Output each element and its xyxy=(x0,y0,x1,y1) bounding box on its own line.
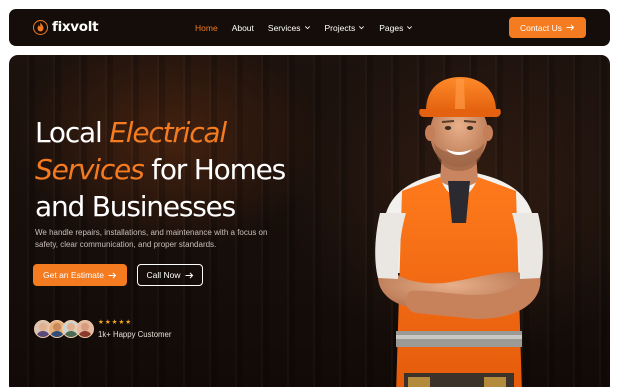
headline-accent: Electrical xyxy=(109,116,227,149)
avatar xyxy=(76,320,94,338)
hero-headline: Local Electrical Services for Homes and … xyxy=(35,114,335,225)
call-now-label: Call Now xyxy=(146,270,181,280)
nav-item-services[interactable]: Services xyxy=(268,23,311,33)
hero-section: Local Electrical Services for Homes and … xyxy=(9,55,610,387)
hero-description: We handle repairs, installations, and ma… xyxy=(35,228,268,249)
contact-us-button[interactable]: Contact Us xyxy=(509,17,586,38)
nav-item-label: Pages xyxy=(379,22,404,33)
nav-item-home[interactable]: Home xyxy=(195,23,218,33)
top-navbar: fixvolt Home About Services Projects Pag… xyxy=(9,9,610,46)
electrician-worker-image xyxy=(375,77,543,387)
get-estimate-label: Get an Estimate xyxy=(43,270,104,280)
contact-us-label: Contact Us xyxy=(519,22,563,33)
nav-item-pages[interactable]: Pages xyxy=(379,23,413,33)
nav-links: Home About Services Projects Pages xyxy=(195,9,413,46)
chevron-down-icon xyxy=(304,26,310,30)
headline-word: for Homes xyxy=(151,153,286,186)
happy-customer-label: 1k+ Happy Customer xyxy=(98,330,172,339)
nav-item-label: About xyxy=(231,22,254,33)
get-estimate-button[interactable]: Get an Estimate xyxy=(33,264,127,286)
customer-rating: ★★★★★ 1k+ Happy Customer xyxy=(98,318,171,339)
chevron-down-icon xyxy=(359,26,365,30)
brand-name: fixvolt xyxy=(52,19,99,35)
nav-item-projects[interactable]: Projects xyxy=(325,23,366,33)
arrow-right-icon xyxy=(185,272,193,278)
brand-logo[interactable]: fixvolt xyxy=(33,19,99,35)
headline-word: Local xyxy=(35,116,103,149)
call-now-button[interactable]: Call Now xyxy=(137,264,203,286)
nav-item-label: Projects xyxy=(324,22,356,33)
arrow-right-icon xyxy=(108,272,117,278)
nav-item-label: Home xyxy=(195,22,218,33)
headline-accent: Services xyxy=(35,153,145,186)
flame-icon xyxy=(33,19,48,35)
nav-item-about[interactable]: About xyxy=(232,23,254,33)
star-rating-icon: ★★★★★ xyxy=(98,319,133,326)
chevron-down-icon xyxy=(407,26,413,30)
headline-word: and Businesses xyxy=(35,190,236,223)
arrow-right-icon xyxy=(566,24,575,31)
customer-avatars xyxy=(34,320,98,338)
nav-item-label: Services xyxy=(267,22,301,33)
